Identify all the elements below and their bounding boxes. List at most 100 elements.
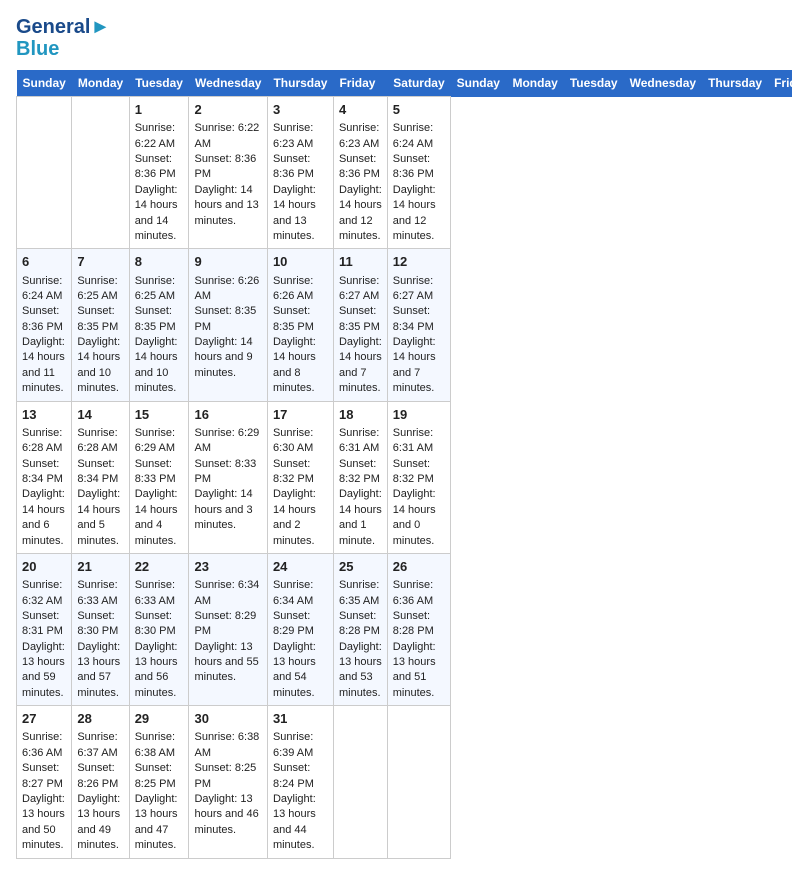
day-info: Sunrise: 6:36 AM [393,578,445,609]
day-cell: 24Sunrise: 6:34 AMSunset: 8:29 PMDayligh… [267,553,333,705]
day-info: Sunset: 8:32 PM [393,457,445,488]
day-info: Sunset: 8:36 PM [273,152,328,183]
day-info: Daylight: 13 hours and 50 minutes. [22,792,66,854]
day-number: 25 [339,558,382,576]
day-cell: 11Sunrise: 6:27 AMSunset: 8:35 PMDayligh… [333,249,387,401]
day-info: Sunrise: 6:33 AM [135,578,184,609]
day-number: 21 [77,558,123,576]
day-cell: 27Sunrise: 6:36 AMSunset: 8:27 PMDayligh… [17,706,72,858]
day-info: Sunrise: 6:23 AM [273,121,328,152]
day-info: Sunset: 8:32 PM [273,457,328,488]
day-cell: 13Sunrise: 6:28 AMSunset: 8:34 PMDayligh… [17,401,72,553]
day-info: Sunrise: 6:25 AM [77,274,123,305]
day-info: Sunset: 8:28 PM [339,609,382,640]
day-cell: 7Sunrise: 6:25 AMSunset: 8:35 PMDaylight… [72,249,129,401]
day-info: Sunset: 8:34 PM [77,457,123,488]
day-info: Daylight: 14 hours and 7 minutes. [393,335,445,397]
day-number: 5 [393,101,445,119]
day-info: Sunset: 8:36 PM [22,304,66,335]
day-info: Sunrise: 6:29 AM [135,426,184,457]
day-info: Sunrise: 6:27 AM [393,274,445,305]
day-info: Daylight: 14 hours and 2 minutes. [273,487,328,549]
day-info: Sunrise: 6:39 AM [273,730,328,761]
day-info: Sunrise: 6:36 AM [22,730,66,761]
day-info: Daylight: 13 hours and 53 minutes. [339,640,382,702]
day-info: Sunset: 8:25 PM [194,761,261,792]
day-cell: 5Sunrise: 6:24 AMSunset: 8:36 PMDaylight… [387,97,450,249]
day-number: 24 [273,558,328,576]
day-info: Sunrise: 6:28 AM [77,426,123,457]
day-info: Sunrise: 6:25 AM [135,274,184,305]
day-info: Sunrise: 6:34 AM [194,578,261,609]
day-info: Daylight: 14 hours and 13 minutes. [194,183,261,229]
day-info: Sunrise: 6:23 AM [339,121,382,152]
day-info: Sunrise: 6:31 AM [393,426,445,457]
day-number: 29 [135,710,184,728]
day-cell: 10Sunrise: 6:26 AMSunset: 8:35 PMDayligh… [267,249,333,401]
day-info: Sunset: 8:29 PM [194,609,261,640]
day-info: Daylight: 13 hours and 55 minutes. [194,640,261,686]
day-info: Sunrise: 6:22 AM [194,121,261,152]
day-number: 1 [135,101,184,119]
day-info: Sunrise: 6:32 AM [22,578,66,609]
day-info: Sunset: 8:33 PM [194,457,261,488]
day-info: Daylight: 14 hours and 11 minutes. [22,335,66,397]
week-row-1: 1Sunrise: 6:22 AMSunset: 8:36 PMDaylight… [17,97,792,249]
day-info: Daylight: 14 hours and 1 minute. [339,487,382,549]
day-number: 15 [135,406,184,424]
day-info: Daylight: 14 hours and 5 minutes. [77,487,123,549]
day-info: Sunset: 8:35 PM [135,304,184,335]
day-cell: 17Sunrise: 6:30 AMSunset: 8:32 PMDayligh… [267,401,333,553]
day-cell: 9Sunrise: 6:26 AMSunset: 8:35 PMDaylight… [189,249,267,401]
day-cell: 19Sunrise: 6:31 AMSunset: 8:32 PMDayligh… [387,401,450,553]
day-info: Sunset: 8:36 PM [393,152,445,183]
week-row-4: 20Sunrise: 6:32 AMSunset: 8:31 PMDayligh… [17,553,792,705]
day-cell: 1Sunrise: 6:22 AMSunset: 8:36 PMDaylight… [129,97,189,249]
day-info: Sunset: 8:34 PM [22,457,66,488]
day-number: 28 [77,710,123,728]
day-cell: 20Sunrise: 6:32 AMSunset: 8:31 PMDayligh… [17,553,72,705]
day-info: Daylight: 14 hours and 12 minutes. [339,183,382,245]
day-cell: 21Sunrise: 6:33 AMSunset: 8:30 PMDayligh… [72,553,129,705]
day-info: Daylight: 14 hours and 10 minutes. [135,335,184,397]
day-info: Sunset: 8:35 PM [339,304,382,335]
day-info: Sunset: 8:24 PM [273,761,328,792]
day-info: Sunrise: 6:35 AM [339,578,382,609]
day-cell: 3Sunrise: 6:23 AMSunset: 8:36 PMDaylight… [267,97,333,249]
day-info: Daylight: 14 hours and 14 minutes. [135,183,184,245]
day-cell: 30Sunrise: 6:38 AMSunset: 8:25 PMDayligh… [189,706,267,858]
day-info: Sunrise: 6:24 AM [22,274,66,305]
day-number: 2 [194,101,261,119]
day-info: Daylight: 13 hours and 54 minutes. [273,640,328,702]
day-info: Sunrise: 6:38 AM [194,730,261,761]
day-cell: 2 Sunrise: 6:22 AMSunset: 8:36 PMDaylight… [189,97,267,249]
week-row-5: 27Sunrise: 6:36 AMSunset: 8:27 PMDayligh… [17,706,792,858]
day-info: Sunset: 8:35 PM [273,304,328,335]
day-info: Sunrise: 6:26 AM [273,274,328,305]
day-info: Daylight: 14 hours and 10 minutes. [77,335,123,397]
day-info: Sunrise: 6:38 AM [135,730,184,761]
day-info: Daylight: 14 hours and 4 minutes. [135,487,184,549]
day-info: Sunrise: 6:27 AM [339,274,382,305]
day-info: Sunrise: 6:30 AM [273,426,328,457]
day-number: 13 [22,406,66,424]
day-cell: 26Sunrise: 6:36 AMSunset: 8:28 PMDayligh… [387,553,450,705]
day-number: 12 [393,253,445,271]
day-number: 27 [22,710,66,728]
day-info: Sunset: 8:30 PM [77,609,123,640]
day-number: 18 [339,406,382,424]
day-number: 6 [22,253,66,271]
col-header-wednesday: Wednesday [189,70,267,97]
day-info: Sunset: 8:36 PM [194,152,261,183]
page-header: General► Blue [16,16,776,60]
col-header-tuesday: Tuesday [129,70,189,97]
day-info: Sunset: 8:26 PM [77,761,123,792]
col-header-tuesday: Tuesday [564,70,624,97]
day-info: Sunrise: 6:37 AM [77,730,123,761]
day-info: Daylight: 13 hours and 57 minutes. [77,640,123,702]
day-info: Sunset: 8:30 PM [135,609,184,640]
logo-text: General► [16,16,110,38]
day-cell: 29Sunrise: 6:38 AMSunset: 8:25 PMDayligh… [129,706,189,858]
day-cell: 4Sunrise: 6:23 AMSunset: 8:36 PMDaylight… [333,97,387,249]
day-info: Daylight: 14 hours and 13 minutes. [273,183,328,245]
